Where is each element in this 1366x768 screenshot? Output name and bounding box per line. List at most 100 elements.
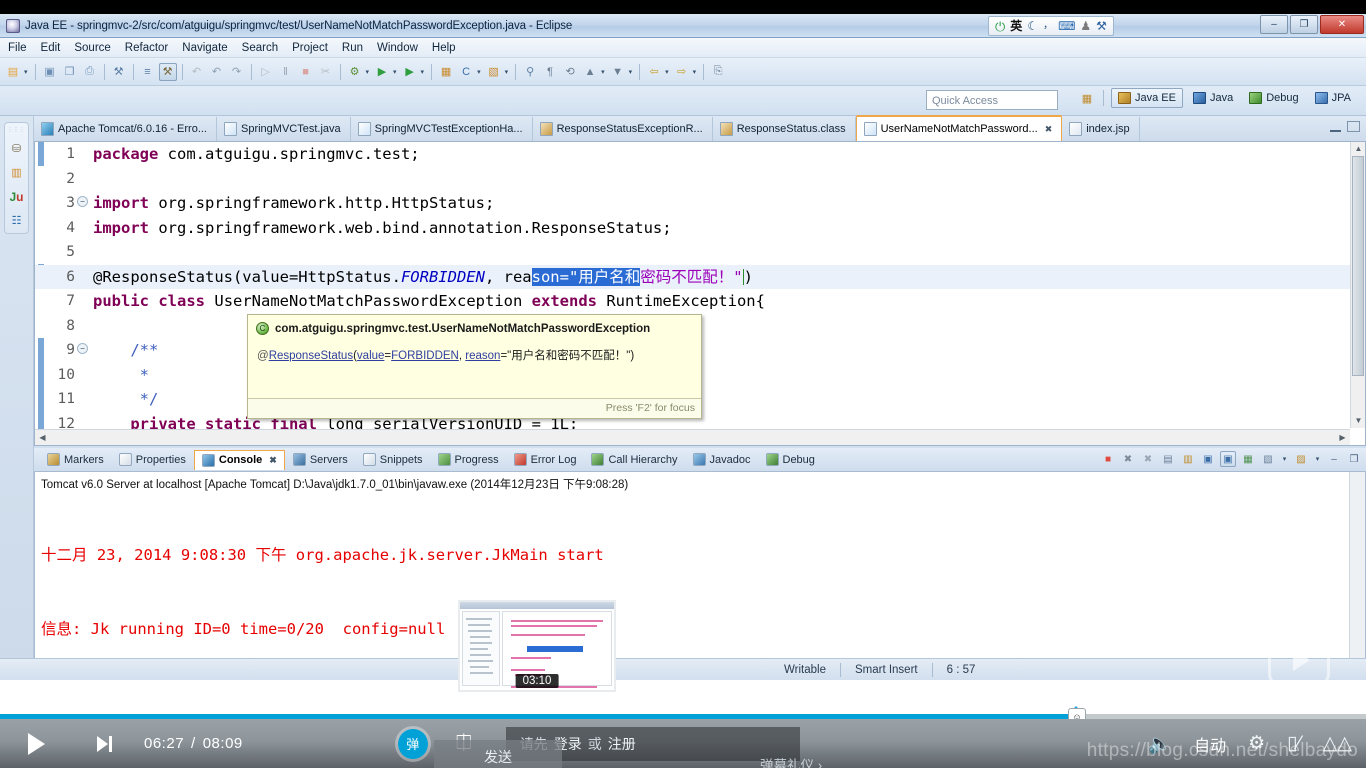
view-tab-snippets[interactable]: Snippets: [356, 451, 430, 468]
console-options-caret-icon[interactable]: ▾: [1313, 451, 1322, 467]
minimize-icon[interactable]: –: [1326, 451, 1342, 467]
forward-caret-icon[interactable]: ▾: [693, 68, 697, 76]
build-icon[interactable]: ⚒: [110, 63, 128, 81]
maximize-button[interactable]: ❐: [1290, 15, 1318, 34]
redo-icon[interactable]: ↷: [228, 63, 246, 81]
editor-tab-2[interactable]: SpringMVCTestExceptionHa...: [351, 117, 533, 141]
clear-console-icon[interactable]: ▤: [1160, 451, 1176, 467]
back-caret-icon[interactable]: ▾: [665, 68, 669, 76]
perspective-java-ee[interactable]: Java EE: [1111, 88, 1183, 108]
search-icon[interactable]: ⚲: [521, 63, 539, 81]
perspective-java[interactable]: Java: [1187, 89, 1239, 107]
save-icon[interactable]: ▣: [41, 63, 59, 81]
scroll-lock-icon[interactable]: ▥: [1180, 451, 1196, 467]
editor-tab-6[interactable]: index.jsp: [1062, 117, 1140, 141]
undo-typing-icon[interactable]: ↶: [188, 63, 206, 81]
maximize-icon[interactable]: [1347, 121, 1360, 132]
open-console-icon[interactable]: ▦: [1240, 451, 1256, 467]
suspend-icon[interactable]: ‖: [277, 63, 295, 81]
console-vertical-scrollbar[interactable]: [1349, 472, 1365, 663]
send-danmaku-button[interactable]: 发送: [434, 740, 562, 768]
open-perspective-icon[interactable]: ▦: [1078, 89, 1096, 107]
remove-all-terminated-icon[interactable]: ✖: [1140, 451, 1156, 467]
next-annotation-icon[interactable]: ▼: [609, 63, 627, 81]
ime-mode-icon[interactable]: 英: [1010, 20, 1022, 32]
moon-icon[interactable]: ☾: [1027, 20, 1038, 32]
drag-handle[interactable]: ⋮⋮⋮: [8, 127, 26, 133]
forward-icon[interactable]: ⇨: [673, 63, 691, 81]
perspective-jpa[interactable]: JPA: [1309, 89, 1357, 107]
run-icon[interactable]: ▶: [373, 63, 391, 81]
play-button[interactable]: [0, 732, 72, 755]
editor-vertical-scrollbar[interactable]: ▲ ▼: [1350, 142, 1365, 428]
new-console-view-icon[interactable]: ▧: [1260, 451, 1276, 467]
resume-icon[interactable]: ▷: [257, 63, 275, 81]
outline-view-icon[interactable]: ☷: [8, 212, 25, 229]
editor-tab-4[interactable]: ResponseStatus.class: [713, 117, 856, 141]
editor-tab-0[interactable]: Apache Tomcat/6.0.16 - Erro...: [34, 117, 217, 141]
close-tab-icon[interactable]: ✖: [1045, 124, 1053, 135]
next-caret-icon[interactable]: ▾: [629, 68, 633, 76]
maximize-icon[interactable]: ❐: [1346, 451, 1362, 467]
servers-view-icon[interactable]: ▥: [8, 164, 25, 181]
sogou-logo-icon[interactable]: ⏻: [995, 20, 1005, 33]
view-tab-error-log[interactable]: Error Log: [507, 451, 584, 468]
disconnect-icon[interactable]: ✂: [317, 63, 335, 81]
menu-window[interactable]: Window: [377, 42, 418, 54]
scroll-down-icon[interactable]: ▼: [1351, 414, 1365, 428]
new-package-icon[interactable]: ▧: [485, 63, 503, 81]
remove-launch-icon[interactable]: ✖: [1120, 451, 1136, 467]
new-wizard-icon[interactable]: ▤: [4, 63, 22, 81]
menu-help[interactable]: Help: [432, 42, 456, 54]
menu-file[interactable]: File: [8, 42, 27, 54]
debug-caret-icon[interactable]: ▾: [366, 68, 370, 76]
editor-horizontal-scrollbar[interactable]: ◀ ▶: [35, 429, 1350, 445]
user-icon[interactable]: ♟: [1080, 20, 1091, 32]
print-icon[interactable]: ⎙: [81, 63, 99, 81]
undo-icon[interactable]: ↶: [208, 63, 226, 81]
view-tab-debug[interactable]: Debug: [759, 451, 822, 468]
quick-access-input[interactable]: Quick Access: [926, 90, 1058, 110]
fold-toggle-icon[interactable]: −: [77, 343, 88, 354]
close-view-icon[interactable]: ✖: [269, 455, 277, 466]
terminate-icon[interactable]: ■: [297, 63, 315, 81]
console-output[interactable]: Tomcat v6.0 Server at localhost [Apache …: [34, 472, 1366, 680]
editor-tab-3[interactable]: ResponseStatusExceptionR...: [533, 117, 713, 141]
annotation-icon[interactable]: ¶: [541, 63, 559, 81]
debug-icon[interactable]: ⚙: [346, 63, 364, 81]
run-external-icon[interactable]: ▶: [401, 63, 419, 81]
last-edit-icon[interactable]: ⟲: [561, 63, 579, 81]
new-java-project-icon[interactable]: ▦: [437, 63, 455, 81]
open-task-icon[interactable]: ⚒: [158, 62, 177, 81]
scrollbar-thumb[interactable]: [1352, 156, 1364, 376]
perspective-debug[interactable]: Debug: [1243, 89, 1304, 107]
view-tab-servers[interactable]: Servers: [286, 451, 355, 468]
close-button[interactable]: ✕: [1320, 15, 1364, 34]
view-tab-properties[interactable]: Properties: [112, 451, 193, 468]
new-class-caret-icon[interactable]: ▾: [477, 68, 481, 76]
junit-view-icon[interactable]: Ju: [8, 188, 25, 205]
view-tab-call-hierarchy[interactable]: Call Hierarchy: [584, 451, 684, 468]
console-options-icon[interactable]: ▨: [1293, 451, 1309, 467]
new-package-caret-icon[interactable]: ▾: [505, 68, 509, 76]
run-external-caret-icon[interactable]: ▾: [421, 68, 425, 76]
scroll-left-icon[interactable]: ◀: [35, 430, 50, 445]
editor-tab-5[interactable]: UserNameNotMatchPassword... ✖: [855, 115, 1063, 141]
code-editor[interactable]: 1 package com.atguigu.springmvc.test; 2 3…: [34, 142, 1366, 446]
menu-refactor[interactable]: Refactor: [125, 42, 168, 54]
menu-run[interactable]: Run: [342, 42, 363, 54]
menu-edit[interactable]: Edit: [41, 42, 61, 54]
view-tab-console[interactable]: Console ✖: [193, 449, 285, 470]
ime-tray[interactable]: ⏻ 英 ☾ ， ⌨ ♟ ⚒: [988, 16, 1114, 36]
play-overlay-button[interactable]: [1268, 634, 1330, 686]
package-explorer-icon[interactable]: ⛁: [8, 140, 25, 157]
back-icon[interactable]: ⇦: [645, 63, 663, 81]
new-console-caret-icon[interactable]: ▾: [1280, 451, 1289, 467]
save-all-icon[interactable]: ❐: [61, 63, 79, 81]
prev-annotation-icon[interactable]: ▲: [581, 63, 599, 81]
run-caret-icon[interactable]: ▾: [393, 68, 397, 76]
editor-tab-1[interactable]: SpringMVCTest.java: [217, 117, 351, 141]
menu-project[interactable]: Project: [292, 42, 328, 54]
scroll-right-icon[interactable]: ▶: [1335, 430, 1350, 445]
scroll-up-icon[interactable]: ▲: [1351, 142, 1365, 156]
